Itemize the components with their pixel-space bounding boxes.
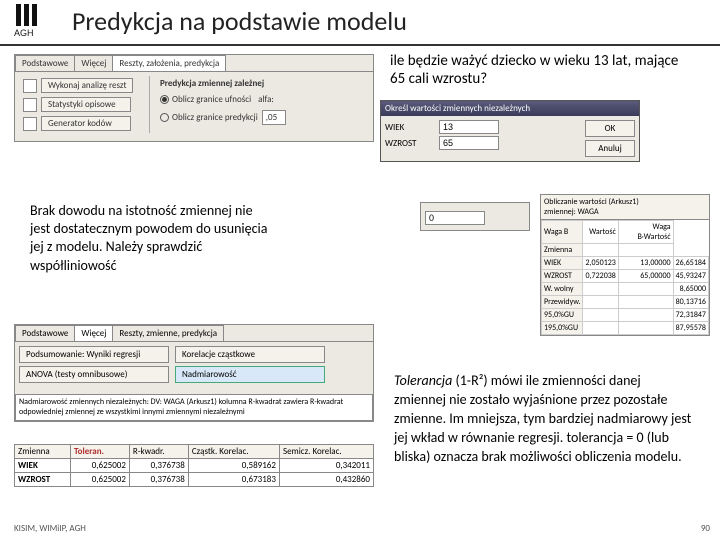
var-wiek-field[interactable] (439, 120, 499, 134)
question-text: ile będzie ważyć dziecko w wieku 13 lat,… (390, 52, 690, 88)
results-panel: Obliczanie wartości (Arkusz1) zmiennej: … (540, 194, 710, 336)
alfa-label: alfa: (255, 93, 277, 106)
icon-generator (23, 117, 37, 131)
alfa-field[interactable]: ,05 (262, 110, 286, 125)
note-collinearity: Brak dowodu na istotność zmiennej nie je… (30, 202, 270, 275)
agh-logo: AGH (12, 4, 52, 38)
dialog-ok-button[interactable]: OK (585, 120, 635, 137)
btn-redundancy[interactable]: Nadmiarowość (175, 366, 325, 383)
page-title: Predykcja na podstawie modelu (72, 5, 407, 37)
results-header2: zmiennej: WAGA (544, 207, 706, 217)
var-wzrost-field[interactable] (439, 136, 499, 150)
tolerancja-note: Tolerancja (1-R²) mówi ile zmienności da… (394, 372, 694, 466)
btn-generator[interactable]: Generator kodów (41, 116, 131, 131)
radio-granice-ufnosci[interactable] (160, 95, 169, 104)
btn-anova[interactable]: ANOVA (testy omnibusowe) (19, 366, 169, 383)
results-table: Waga BWartośćWaga B·Wartość Zmienna WIEK… (541, 220, 709, 335)
redundancy-desc: Nadmiarowość zmiennych niezależnych: DV:… (15, 394, 373, 421)
prediction-panel: Podstawowe Więcej Reszty, założenia, pre… (14, 54, 374, 142)
dialog-cancel-button[interactable]: Anuluj (585, 140, 635, 157)
tab-basic[interactable]: Podstawowe (15, 55, 75, 71)
tab2-residuals[interactable]: Reszty, zmienne, predykcja (112, 325, 224, 341)
tolerance-table: Zmienna Toleran. R-kwadr. Cząstk. Korela… (14, 444, 374, 487)
dialog-title: Określ wartości zmiennych niezależnych (381, 101, 639, 116)
tab2-basic[interactable]: Podstawowe (15, 325, 75, 341)
btn-partial-corr[interactable]: Korelacje cząstkowe (175, 346, 325, 363)
radio-granice-predykcji[interactable] (160, 113, 169, 122)
pred-label: Predykcja zmiennej zależnej (160, 78, 264, 89)
icon-wykonaj (23, 79, 37, 93)
tab-more[interactable]: Więcej (74, 55, 113, 71)
tab2-more[interactable]: Więcej (74, 325, 113, 341)
var-wzrost-label: WZROST (385, 138, 435, 149)
var-wiek-label: WIEK (385, 122, 435, 133)
btn-wykonaj[interactable]: Wykonaj analizę reszt (41, 78, 133, 93)
tab-residuals[interactable]: Reszty, założenia, predykcja (112, 55, 226, 71)
small-value-field[interactable] (425, 211, 485, 225)
small-value-panel (420, 202, 530, 231)
btn-summary[interactable]: Podsumowanie: Wyniki regresji (19, 346, 169, 363)
redundancy-panel: Podstawowe Więcej Reszty, zmienne, predy… (14, 324, 374, 422)
btn-stat[interactable]: Statystyki opisowe (41, 97, 131, 112)
tolerancja-lead: Tolerancja (394, 372, 452, 389)
svg-text:AGH: AGH (14, 28, 34, 38)
page-number: 90 (701, 523, 710, 534)
dialog-define-vars: Określ wartości zmiennych niezależnych W… (380, 100, 640, 162)
results-header1: Obliczanie wartości (Arkusz1) (544, 197, 706, 207)
footer-text: KISIM, WIMiIP, AGH (14, 523, 86, 534)
icon-stat (23, 98, 37, 112)
